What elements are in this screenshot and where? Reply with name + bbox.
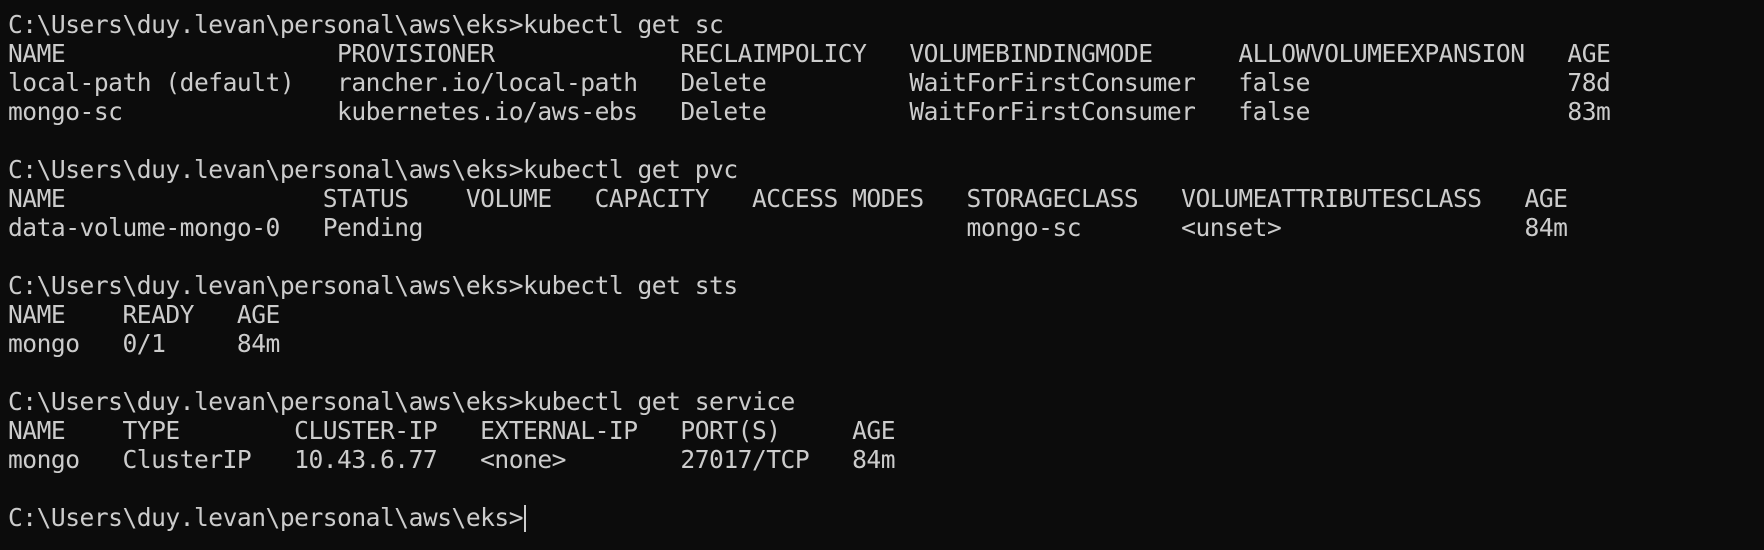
sts-table-row: mongo 0/1 84m <box>8 329 280 358</box>
prompt-text: C:\Users\duy.levan\personal\aws\eks> <box>8 503 524 532</box>
command-line-get-sts: C:\Users\duy.levan\personal\aws\eks>kube… <box>8 271 738 300</box>
sc-table-header: NAME PROVISIONER RECLAIMPOLICY VOLUMEBIN… <box>8 39 1611 68</box>
terminal-window[interactable]: C:\Users\duy.levan\personal\aws\eks>kube… <box>0 0 1764 550</box>
sts-table-header: NAME READY AGE <box>8 300 280 329</box>
command-line-get-pvc: C:\Users\duy.levan\personal\aws\eks>kube… <box>8 155 738 184</box>
sc-table-row: mongo-sc kubernetes.io/aws-ebs Delete Wa… <box>8 97 1611 126</box>
command-line-get-service: C:\Users\duy.levan\personal\aws\eks>kube… <box>8 387 795 416</box>
sc-table-row: local-path (default) rancher.io/local-pa… <box>8 68 1611 97</box>
active-prompt-line[interactable]: C:\Users\duy.levan\personal\aws\eks> <box>8 503 1756 532</box>
service-table-row: mongo ClusterIP 10.43.6.77 <none> 27017/… <box>8 445 896 474</box>
service-table-header: NAME TYPE CLUSTER-IP EXTERNAL-IP PORT(S)… <box>8 416 896 445</box>
pvc-table-row: data-volume-mongo-0 Pending mongo-sc <un… <box>8 213 1568 242</box>
pvc-table-header: NAME STATUS VOLUME CAPACITY ACCESS MODES… <box>8 184 1568 213</box>
text-cursor <box>524 505 527 532</box>
command-line-get-sc: C:\Users\duy.levan\personal\aws\eks>kube… <box>8 10 724 39</box>
